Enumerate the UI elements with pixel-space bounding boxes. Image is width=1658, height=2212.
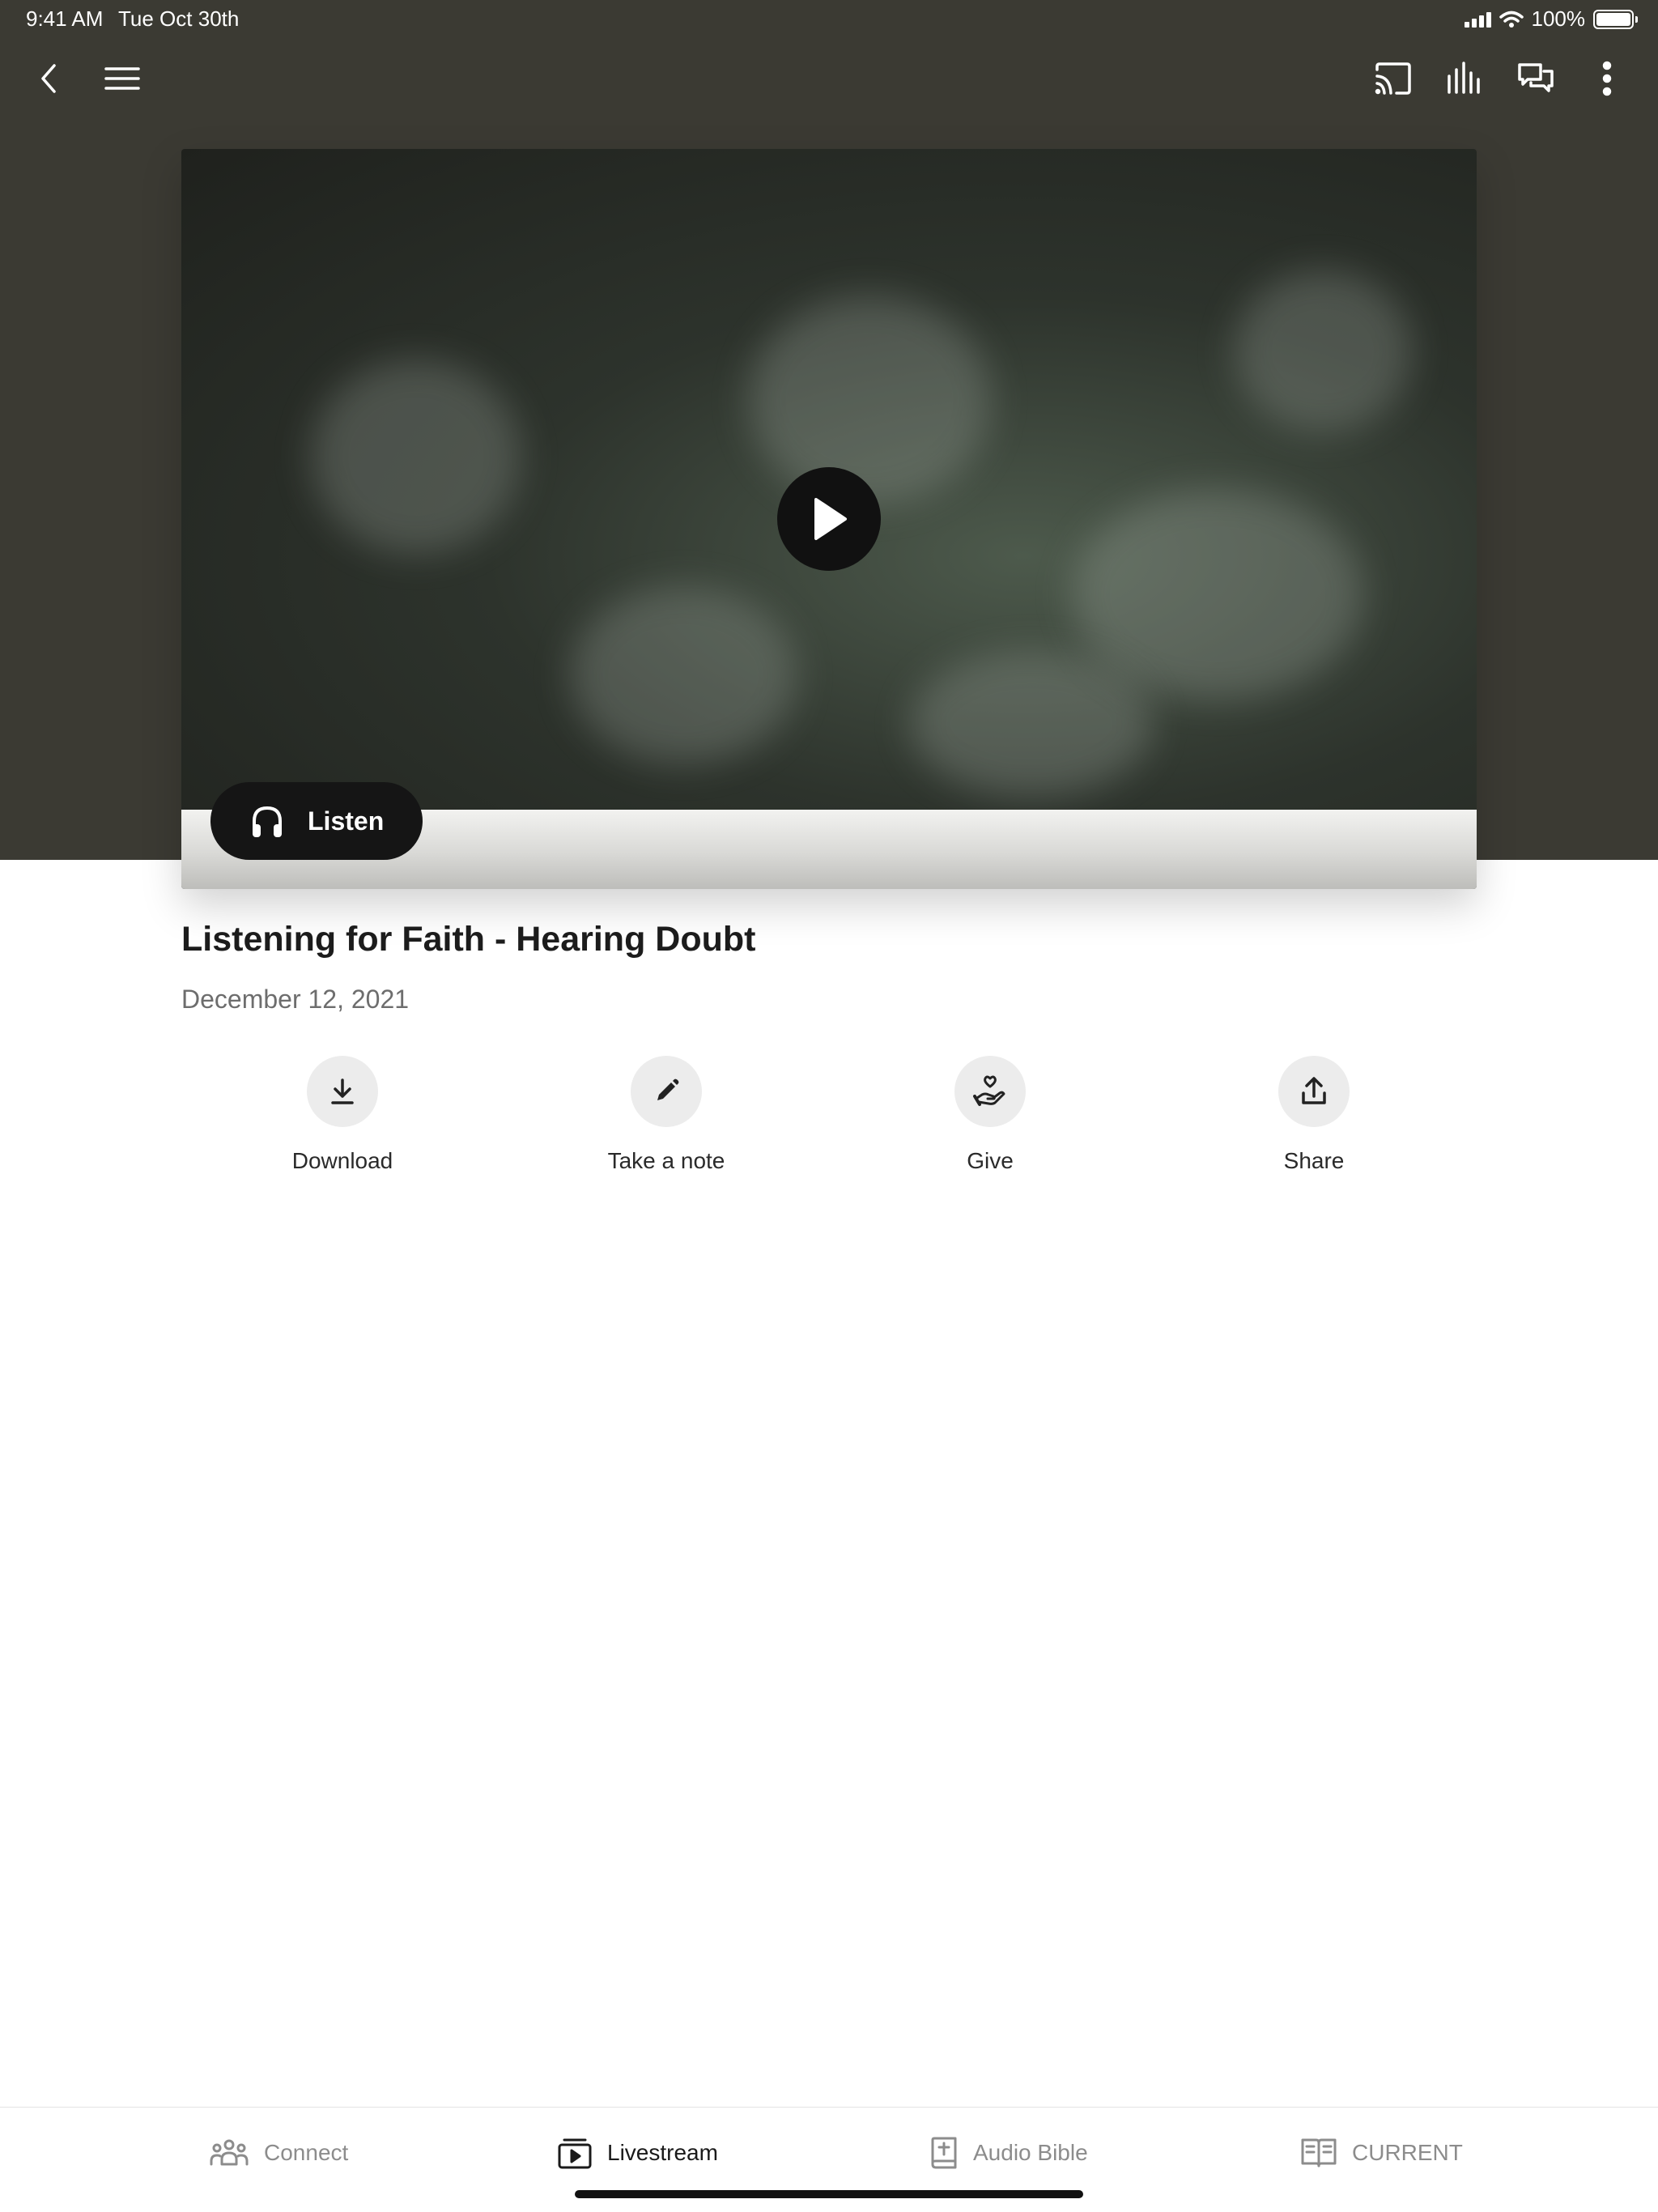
take-note-button[interactable]: Take a note [504, 1056, 828, 1174]
battery-percent: 100% [1531, 6, 1586, 31]
download-label: Download [291, 1148, 393, 1173]
signal-icon [1464, 11, 1491, 28]
download-circle [307, 1056, 378, 1127]
listen-label: Listen [308, 806, 385, 836]
people-icon [210, 2139, 249, 2166]
play-icon [814, 498, 847, 540]
download-button[interactable]: Download [181, 1056, 504, 1174]
tab-connect-label: Connect [264, 2140, 349, 2165]
top-toolbar [0, 49, 1658, 108]
give-label: Give [967, 1148, 1014, 1173]
status-indicators: 100% [1464, 6, 1638, 32]
tab-audio-bible-label: Audio Bible [973, 2140, 1088, 2165]
share-circle [1278, 1056, 1350, 1127]
sermon-date: December 12, 2021 [181, 985, 410, 1014]
tab-audio-bible[interactable]: Audio Bible [929, 2130, 1088, 2176]
back-icon [41, 64, 56, 93]
tab-livestream[interactable]: Livestream [557, 2130, 718, 2176]
give-circle [954, 1056, 1026, 1127]
tab-current-label: CURRENT [1352, 2140, 1463, 2165]
play-button[interactable] [777, 467, 881, 571]
tab-current[interactable]: CURRENT [1300, 2130, 1463, 2176]
home-indicator [575, 2190, 1083, 2198]
audio-levels-button[interactable] [1435, 49, 1494, 108]
sermon-video-thumbnail[interactable]: Listen [181, 149, 1477, 889]
give-hand-heart-icon [973, 1075, 1005, 1106]
menu-button[interactable] [92, 49, 152, 108]
give-button[interactable]: Give [828, 1056, 1152, 1174]
menu-icon [104, 67, 140, 90]
more-icon [1602, 61, 1612, 96]
listen-button[interactable]: Listen [210, 782, 423, 860]
book-open-icon [1301, 2138, 1337, 2167]
bible-icon [931, 2137, 957, 2169]
share-button[interactable]: Share [1152, 1056, 1476, 1174]
download-icon [331, 1078, 354, 1104]
status-date: Tue Oct 30th [118, 6, 240, 31]
take-note-label: Take a note [607, 1148, 725, 1173]
back-button[interactable] [19, 49, 79, 108]
more-button[interactable] [1577, 49, 1637, 108]
audio-levels-icon [1448, 62, 1480, 94]
tab-livestream-label: Livestream [607, 2140, 718, 2165]
cast-icon [1375, 62, 1411, 95]
share-icon [1302, 1077, 1326, 1104]
pencil-icon [657, 1078, 679, 1100]
wifi-icon [1499, 11, 1524, 28]
share-label: Share [1283, 1148, 1345, 1173]
status-bar: 9:41 AM Tue Oct 30th 100% [0, 0, 1658, 39]
status-time: 9:41 AM [26, 6, 104, 31]
chat-button[interactable] [1506, 49, 1566, 108]
headphones-icon [253, 806, 282, 837]
sermon-title: Listening for Faith - Hearing Doubt [181, 920, 756, 959]
take-note-circle [631, 1056, 702, 1127]
cast-button[interactable] [1363, 49, 1423, 108]
tab-connect[interactable]: Connect [209, 2130, 348, 2176]
chat-icon [1518, 63, 1554, 92]
livestream-icon [558, 2138, 592, 2169]
battery-icon [1593, 9, 1638, 29]
